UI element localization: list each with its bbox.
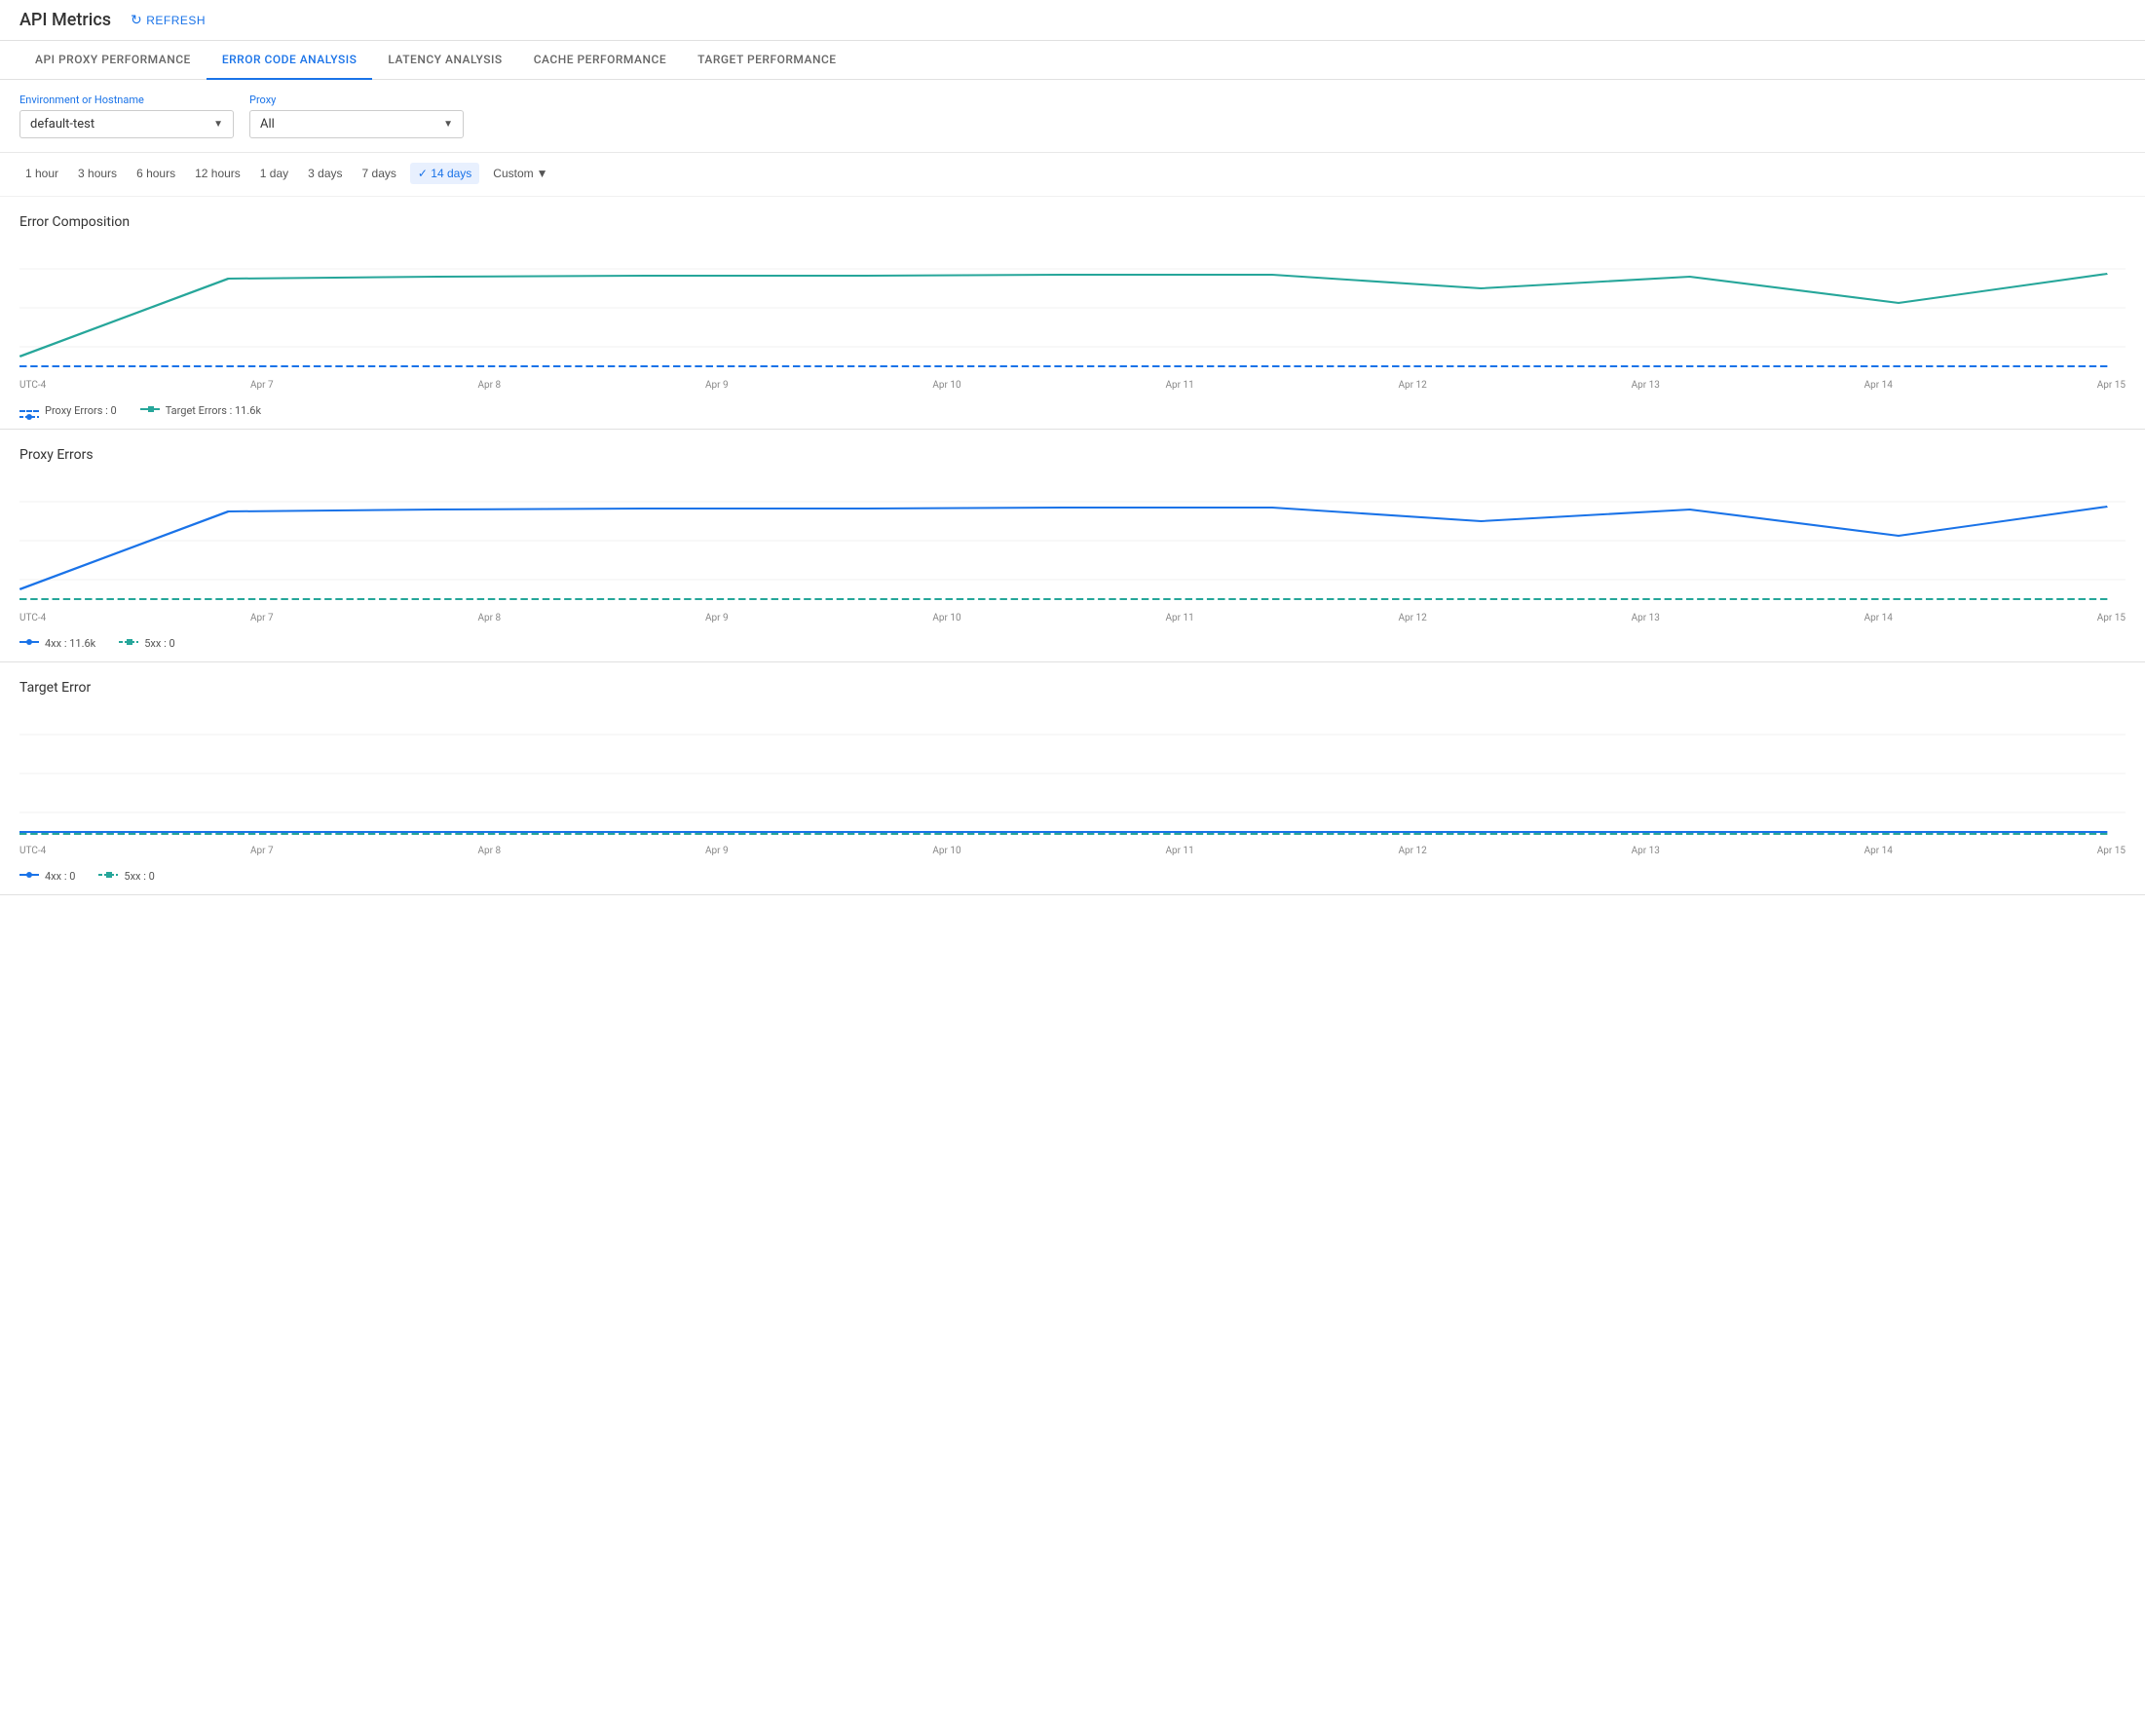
pe-x-label-3: Apr 9 <box>705 613 729 623</box>
pe-x-label-1: Apr 7 <box>250 613 274 623</box>
target-error-title: Target Error <box>19 680 2126 696</box>
legend-5xx-line <box>119 637 138 650</box>
filters-bar: Environment or Hostname default-test ▼ P… <box>0 80 2145 153</box>
tabs-bar: API PROXY PERFORMANCE ERROR CODE ANALYSI… <box>0 41 2145 80</box>
legend-te-5xx: 5xx : 0 <box>98 870 154 883</box>
x-label-3: Apr 9 <box>705 380 729 391</box>
time-12hours[interactable]: 12 hours <box>189 163 246 184</box>
te-x-label-5: Apr 11 <box>1165 846 1193 856</box>
proxy-label: Proxy <box>249 94 464 106</box>
time-7days[interactable]: 7 days <box>357 163 402 184</box>
environment-dropdown-icon: ▼ <box>213 119 223 130</box>
time-1day[interactable]: 1 day <box>254 163 294 184</box>
environment-filter-group: Environment or Hostname default-test ▼ <box>19 94 234 138</box>
time-3hours[interactable]: 3 hours <box>72 163 123 184</box>
legend-4xx: 4xx : 11.6k <box>19 637 95 650</box>
app-header: API Metrics ↻ REFRESH <box>0 0 2145 41</box>
tab-api-proxy-performance[interactable]: API PROXY PERFORMANCE <box>19 41 207 80</box>
x-label-1: Apr 7 <box>250 380 274 391</box>
time-1hour[interactable]: 1 hour <box>19 163 64 184</box>
time-custom[interactable]: Custom ▼ <box>487 163 553 184</box>
te-x-label-7: Apr 13 <box>1632 846 1660 856</box>
legend-4xx-label: 4xx : 11.6k <box>45 637 95 650</box>
legend-proxy-errors-line <box>19 410 39 412</box>
tab-error-code-analysis[interactable]: ERROR CODE ANALYSIS <box>207 41 373 80</box>
x-label-0: UTC-4 <box>19 380 46 391</box>
x-label-7: Apr 13 <box>1632 380 1660 391</box>
time-3days[interactable]: 3 days <box>302 163 348 184</box>
time-filters-bar: 1 hour 3 hours 6 hours 12 hours 1 day 3 … <box>0 153 2145 197</box>
target-error-legend: 4xx : 0 5xx : 0 <box>19 862 2126 894</box>
te-x-label-4: Apr 10 <box>932 846 960 856</box>
target-error-x-axis: UTC-4 Apr 7 Apr 8 Apr 9 Apr 10 Apr 11 Ap… <box>19 842 2126 862</box>
x-label-2: Apr 8 <box>477 380 501 391</box>
target-error-section: Target Error UTC-4 Apr 7 Apr 8 Apr 9 Apr… <box>0 662 2145 895</box>
error-composition-title: Error Composition <box>19 214 2126 230</box>
legend-te-5xx-label: 5xx : 0 <box>124 870 154 883</box>
legend-4xx-line <box>19 637 39 650</box>
refresh-button[interactable]: ↻ REFRESH <box>131 12 206 28</box>
tab-target-performance[interactable]: TARGET PERFORMANCE <box>682 41 851 80</box>
legend-te-4xx-label: 4xx : 0 <box>45 870 75 883</box>
target-error-chart <box>19 705 2126 842</box>
environment-label: Environment or Hostname <box>19 94 234 106</box>
te-x-label-3: Apr 9 <box>705 846 729 856</box>
refresh-icon: ↻ <box>131 12 142 28</box>
proxy-dropdown-icon: ▼ <box>443 119 453 130</box>
pe-x-label-0: UTC-4 <box>19 613 46 623</box>
legend-5xx: 5xx : 0 <box>119 637 174 650</box>
te-x-label-8: Apr 14 <box>1864 846 1893 856</box>
proxy-filter-group: Proxy All ▼ <box>249 94 464 138</box>
environment-select[interactable]: default-test ▼ <box>19 110 234 138</box>
x-label-4: Apr 10 <box>932 380 960 391</box>
tab-latency-analysis[interactable]: LATENCY ANALYSIS <box>372 41 517 80</box>
proxy-select[interactable]: All ▼ <box>249 110 464 138</box>
pe-x-label-9: Apr 15 <box>2097 613 2126 623</box>
tab-cache-performance[interactable]: CACHE PERFORMANCE <box>518 41 682 80</box>
legend-target-errors-line <box>140 404 160 417</box>
error-composition-chart <box>19 240 2126 376</box>
pe-x-label-7: Apr 13 <box>1632 613 1660 623</box>
legend-te-5xx-line <box>98 870 118 883</box>
legend-target-errors: Target Errors : 11.6k <box>140 404 261 417</box>
legend-proxy-errors: Proxy Errors : 0 <box>19 404 117 417</box>
time-6hours[interactable]: 6 hours <box>131 163 181 184</box>
proxy-errors-chart <box>19 472 2126 609</box>
pe-x-label-4: Apr 10 <box>932 613 960 623</box>
legend-5xx-label: 5xx : 0 <box>144 637 174 650</box>
x-label-5: Apr 11 <box>1165 380 1193 391</box>
te-x-label-2: Apr 8 <box>477 846 501 856</box>
error-composition-x-axis: UTC-4 Apr 7 Apr 8 Apr 9 Apr 10 Apr 11 Ap… <box>19 376 2126 396</box>
charts-container: Error Composition UTC-4 Apr 7 Apr 8 Apr … <box>0 197 2145 895</box>
pe-x-label-5: Apr 11 <box>1165 613 1193 623</box>
pe-x-label-2: Apr 8 <box>477 613 501 623</box>
x-label-6: Apr 12 <box>1399 380 1427 391</box>
custom-dropdown-icon: ▼ <box>537 167 548 180</box>
time-14days[interactable]: 14 days <box>410 163 479 184</box>
pe-x-label-6: Apr 12 <box>1399 613 1427 623</box>
te-x-label-1: Apr 7 <box>250 846 274 856</box>
legend-proxy-errors-label: Proxy Errors : 0 <box>45 404 117 417</box>
legend-target-errors-label: Target Errors : 11.6k <box>166 404 261 417</box>
proxy-errors-legend: 4xx : 11.6k 5xx : 0 <box>19 629 2126 661</box>
legend-te-4xx-line <box>19 870 39 883</box>
error-composition-section: Error Composition UTC-4 Apr 7 Apr 8 Apr … <box>0 197 2145 430</box>
proxy-errors-x-axis: UTC-4 Apr 7 Apr 8 Apr 9 Apr 10 Apr 11 Ap… <box>19 609 2126 629</box>
error-composition-legend: Proxy Errors : 0 Target Errors : 11.6k <box>19 396 2126 429</box>
te-x-label-0: UTC-4 <box>19 846 46 856</box>
pe-x-label-8: Apr 14 <box>1864 613 1893 623</box>
te-x-label-9: Apr 15 <box>2097 846 2126 856</box>
x-label-9: Apr 15 <box>2097 380 2126 391</box>
legend-te-4xx: 4xx : 0 <box>19 870 75 883</box>
app-title: API Metrics <box>19 10 111 30</box>
proxy-errors-section: Proxy Errors UTC-4 Apr 7 Apr 8 Apr 9 Apr… <box>0 430 2145 662</box>
proxy-errors-title: Proxy Errors <box>19 447 2126 463</box>
te-x-label-6: Apr 12 <box>1399 846 1427 856</box>
x-label-8: Apr 14 <box>1864 380 1893 391</box>
